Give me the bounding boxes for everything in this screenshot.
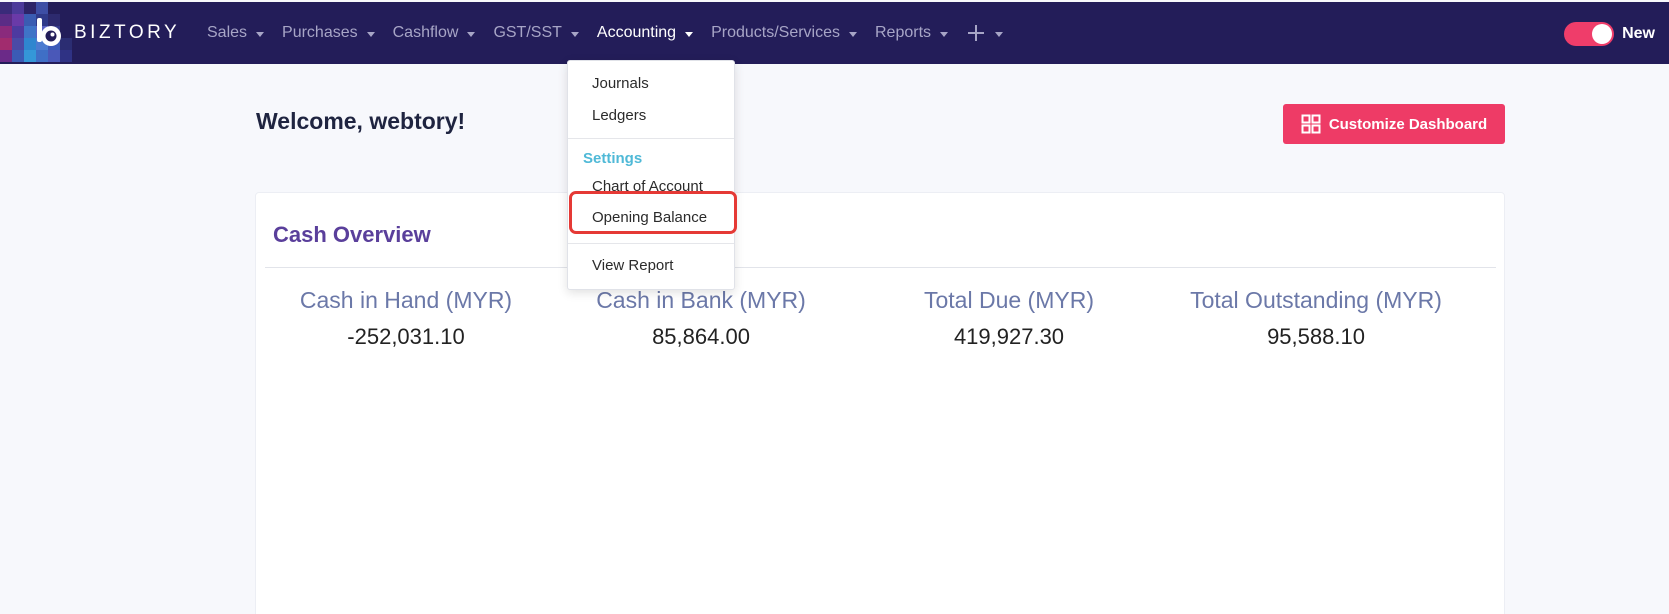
menu-section-settings: Settings	[583, 150, 643, 167]
stat-total-due: Total Due (MYR) 419,927.30	[859, 287, 1159, 350]
nav-cashflow[interactable]: Cashflow	[393, 2, 476, 64]
top-navbar: BIZTORY Sales Purchases Cashflow GST/SST…	[0, 2, 1669, 64]
customize-dashboard-label: Customize Dashboard	[1328, 115, 1488, 133]
chevron-down-icon	[256, 31, 265, 37]
nav-accounting-label: Accounting	[596, 24, 677, 41]
brand[interactable]: BIZTORY	[0, 2, 200, 64]
card-title: Cash Overview	[273, 222, 431, 247]
chevron-down-icon	[570, 31, 579, 37]
nav-sales[interactable]: Sales	[207, 2, 265, 64]
nav-sales-label: Sales	[207, 24, 248, 41]
chevron-down-icon	[467, 31, 476, 37]
biztory-logo-icon	[37, 18, 61, 46]
chevron-down-icon	[366, 31, 375, 37]
chevron-down-icon	[685, 31, 694, 37]
card-divider	[265, 267, 1496, 268]
chevron-down-icon	[849, 31, 857, 37]
page: BIZTORY Sales Purchases Cashflow GST/SST…	[0, 0, 1669, 614]
main-nav: Sales Purchases Cashflow GST/SST Account…	[207, 2, 1021, 64]
plus-icon	[968, 25, 985, 41]
stat-value: 85,864.00	[652, 324, 750, 349]
cash-overview-card: Cash Overview Cash in Hand (MYR) -252,03…	[255, 192, 1505, 614]
chevron-down-icon	[940, 31, 949, 37]
stat-value: 95,588.10	[1267, 324, 1365, 349]
nav-reports-label: Reports	[875, 24, 932, 41]
stat-cash-in-hand: Cash in Hand (MYR) -252,031.10	[256, 287, 556, 350]
stat-value: 419,927.30	[953, 324, 1065, 349]
menu-divider	[568, 138, 734, 139]
nav-accounting[interactable]: Accounting	[596, 2, 694, 64]
new-ui-toggle[interactable]	[1564, 22, 1615, 46]
nav-quick-add[interactable]	[966, 2, 1004, 64]
stat-label: Total Outstanding (MYR)	[1190, 287, 1442, 313]
menu-item-view-report[interactable]: View Report	[592, 257, 673, 274]
grid-icon	[1301, 114, 1321, 134]
nav-reports[interactable]: Reports	[875, 2, 949, 64]
nav-products-services[interactable]: Products/Services	[711, 2, 857, 64]
accounting-dropdown-menu: Journals Ledgers Settings Chart of Accou…	[567, 60, 735, 290]
nav-gst-sst-label: GST/SST	[493, 24, 562, 41]
menu-divider	[568, 243, 734, 244]
nav-gst-sst[interactable]: GST/SST	[493, 2, 579, 64]
customize-dashboard-button[interactable]: Customize Dashboard	[1283, 104, 1505, 144]
toggle-label: New	[1622, 25, 1655, 42]
toggle-knob	[1592, 24, 1613, 44]
nav-products-services-label: Products/Services	[711, 24, 840, 41]
stat-total-outstanding: Total Outstanding (MYR) 95,588.10	[1166, 287, 1466, 350]
menu-item-chart-of-account[interactable]: Chart of Account	[592, 178, 703, 195]
welcome-heading: Welcome, webtory!	[256, 108, 466, 134]
menu-item-journals[interactable]: Journals	[592, 75, 649, 92]
menu-item-opening-balance[interactable]: Opening Balance	[592, 209, 707, 226]
nav-cashflow-label: Cashflow	[392, 24, 459, 41]
nav-purchases-label: Purchases	[282, 24, 358, 41]
stat-label: Cash in Hand (MYR)	[299, 287, 513, 313]
new-ui-toggle-group: New	[1564, 22, 1655, 46]
stat-label: Cash in Bank (MYR)	[596, 287, 806, 313]
menu-item-ledgers[interactable]: Ledgers	[592, 107, 646, 124]
nav-purchases[interactable]: Purchases	[282, 2, 375, 64]
stat-label: Total Due (MYR)	[924, 287, 1094, 313]
stat-value: -252,031.10	[347, 324, 465, 349]
brand-name: BIZTORY	[74, 22, 181, 43]
chevron-down-icon	[995, 31, 1004, 37]
stat-cash-in-bank: Cash in Bank (MYR) 85,864.00	[551, 287, 851, 350]
